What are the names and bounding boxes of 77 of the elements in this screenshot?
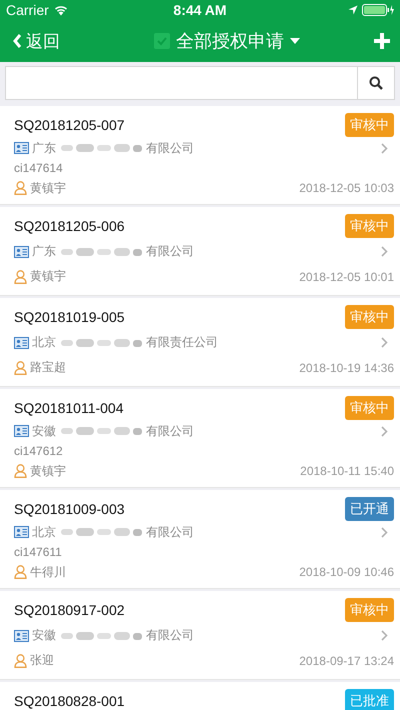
application-card[interactable]: SQ20181009-003 已开通 北京 有限公司 ci147611 牛得川 2018-10-09 10:46 (0, 490, 400, 589)
chevron-right-icon (381, 426, 388, 436)
application-number: SQ20180917-002 (14, 602, 125, 618)
battery-icon (362, 4, 394, 16)
applicant-name: 张迎 (30, 652, 54, 669)
application-number: SQ20181205-007 (14, 117, 125, 133)
chevron-right-icon (381, 246, 388, 257)
status-time: 8:44 AM (173, 2, 227, 18)
chevron-right-icon (381, 337, 388, 348)
person-icon (14, 464, 27, 478)
company-name-start: 安徽 (32, 422, 56, 440)
person-icon (14, 654, 27, 668)
status-tag: 审核中 (345, 396, 394, 420)
person-icon (14, 360, 27, 374)
application-card[interactable]: SQ20180917-002 审核中 安徽 有限公司 张迎 2018-09-17 13:24 (0, 591, 400, 680)
status-tag: 审核中 (345, 598, 394, 622)
company-name-end: 有限责任公司 (146, 334, 218, 351)
applicant-name: 黄镇宇 (30, 268, 66, 285)
application-card[interactable]: SQ20181205-007 审核中 广东 有限公司 ci147614 黄镇宇 2018-12-05 10:03 (0, 106, 400, 205)
application-card[interactable]: SQ20181019-005 审核中 北京 有限责任公司 路宝超 2018-10-19 14:36 (0, 298, 400, 387)
application-number: SQ20180828-001 (14, 693, 125, 709)
application-time: 2018-09-17 13:24 (299, 654, 394, 668)
company-name-end: 有限公司 (146, 524, 194, 540)
company-name-start: 北京 (32, 334, 56, 351)
company-name-start: 广东 (32, 243, 56, 260)
application-card[interactable]: SQ20181011-004 审核中 安徽 有限公司 ci147612 黄镇宇 2018-10-11 15:40 (0, 389, 400, 488)
id-card-icon (14, 425, 29, 437)
company-name-end: 有限公司 (146, 422, 194, 440)
status-tag: 已批准 (345, 689, 394, 710)
application-time: 2018-12-05 10:01 (299, 270, 394, 284)
application-number: SQ20181009-003 (14, 501, 125, 517)
application-card[interactable]: SQ20181205-006 审核中 广东 有限公司 黄镇宇 2018-12-05 10:01 (0, 207, 400, 296)
applicant-name: 黄镇宇 (30, 180, 66, 196)
company-name-end: 有限公司 (146, 243, 194, 260)
customer-code: ci147611 (14, 545, 62, 559)
company-name-start: 广东 (32, 140, 56, 156)
application-time: 2018-10-09 10:46 (299, 565, 394, 579)
customer-code: ci147614 (14, 161, 63, 175)
applicant-name: 牛得川 (30, 564, 66, 580)
application-number: SQ20181011-004 (14, 400, 124, 416)
chevron-right-icon (381, 526, 388, 538)
status-tag: 审核中 (345, 113, 394, 137)
company-name-end: 有限公司 (146, 627, 194, 644)
person-icon (14, 270, 27, 284)
wifi-icon (52, 4, 69, 16)
application-card[interactable]: SQ20180828-001 已批准 (0, 682, 400, 710)
application-time: 2018-10-19 14:36 (299, 360, 394, 374)
id-card-icon (14, 630, 29, 642)
location-icon (348, 5, 358, 15)
search-field[interactable] (5, 66, 395, 100)
person-icon (14, 181, 27, 195)
carrier-name: Carrier (6, 2, 49, 18)
search-icon (369, 76, 383, 90)
chevron-left-icon (12, 33, 22, 49)
company-name-start: 安徽 (32, 627, 56, 644)
application-time: 2018-10-11 15:40 (300, 464, 394, 478)
application-number: SQ20181019-005 (14, 309, 125, 325)
customer-code: ci147612 (14, 444, 63, 458)
application-number: SQ20181205-006 (14, 218, 125, 234)
id-card-icon (14, 142, 29, 154)
chevron-right-icon (381, 142, 388, 154)
caret-icon (290, 38, 300, 44)
id-card-icon (14, 246, 29, 258)
person-icon (14, 565, 27, 579)
chevron-right-icon (381, 630, 388, 641)
status-tag: 审核中 (345, 214, 394, 238)
id-card-icon (14, 336, 29, 348)
company-name-start: 北京 (32, 524, 56, 540)
applicant-name: 黄镇宇 (30, 462, 66, 480)
company-name-end: 有限公司 (146, 140, 194, 156)
add-icon[interactable] (374, 33, 390, 49)
checkbox-icon (154, 33, 170, 49)
status-tag: 已开通 (345, 497, 394, 521)
applicant-name: 路宝超 (30, 359, 66, 376)
application-time: 2018-12-05 10:03 (299, 181, 394, 195)
id-card-icon (14, 526, 29, 538)
status-tag: 审核中 (345, 305, 394, 329)
